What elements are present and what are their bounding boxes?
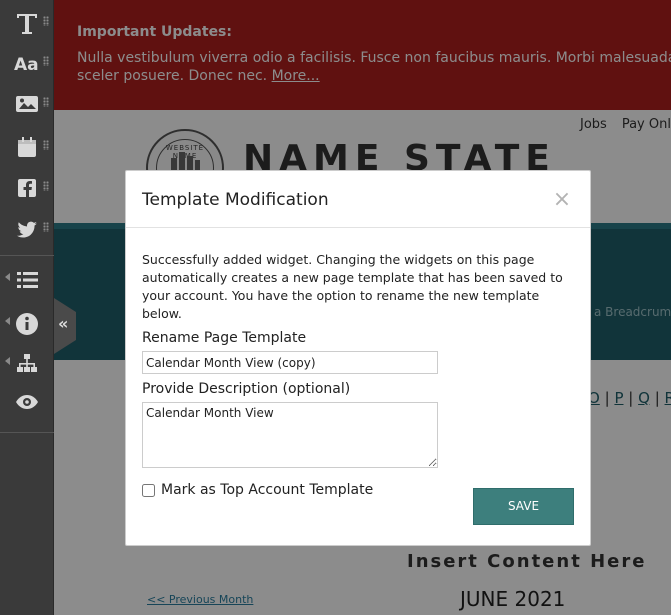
drag-handle-icon[interactable] [43,181,49,191]
sidebar-item-image[interactable] [0,83,54,123]
drag-handle-icon[interactable] [43,222,49,232]
sidebar-divider [0,255,54,256]
modal-title: Template Modification [142,190,329,210]
rename-label: Rename Page Template [142,330,307,346]
facebook-icon [18,179,36,197]
top-template-label[interactable]: Mark as Top Account Template [161,482,373,498]
calendar-icon [18,137,36,157]
sidebar-item-font[interactable]: Aa [0,42,54,82]
expand-arrow-icon[interactable] [5,317,10,325]
twitter-icon [17,221,37,238]
drag-handle-icon[interactable] [43,16,49,26]
save-button[interactable]: SAVE [473,488,574,525]
drag-handle-icon[interactable] [43,140,49,150]
modal-message: Successfully added widget. Changing the … [142,252,563,321]
sidebar-item-sitemap[interactable] [0,343,54,383]
sitemap-icon [17,354,37,372]
top-template-checkbox[interactable] [142,483,155,497]
image-icon [16,96,38,112]
expand-arrow-icon[interactable] [5,357,10,365]
drag-handle-icon[interactable] [43,56,49,66]
sidebar-item-facebook[interactable] [0,167,54,207]
modal-body: Successfully added widget. Changing the … [142,251,572,498]
sidebar-item-info[interactable] [0,303,54,343]
expand-arrow-icon[interactable] [5,273,10,281]
font-icon: Aa [14,55,39,75]
drag-handle-icon[interactable] [43,97,49,107]
collapse-chevron-icon[interactable]: « [58,314,68,333]
description-textarea[interactable]: Calendar Month View [142,402,438,468]
sidebar-item-list[interactable] [0,259,54,299]
text-icon [17,14,37,34]
list-icon [17,272,38,288]
info-icon [16,313,38,335]
template-modification-modal: Template Modification × Successfully add… [125,170,591,546]
widget-sidebar: Aa [0,0,54,615]
sidebar-item-twitter[interactable] [0,208,54,248]
sidebar-item-text[interactable] [0,2,54,42]
modal-header: Template Modification × [126,171,590,228]
description-label: Provide Description (optional) [142,381,351,397]
rename-template-input[interactable] [142,351,438,374]
sidebar-item-calendar[interactable] [0,126,54,166]
svg-text:Aa: Aa [14,55,39,75]
sidebar-divider [0,432,54,433]
sidebar-item-preview[interactable] [0,381,54,421]
eye-icon [16,395,38,409]
close-icon[interactable]: × [552,189,572,211]
